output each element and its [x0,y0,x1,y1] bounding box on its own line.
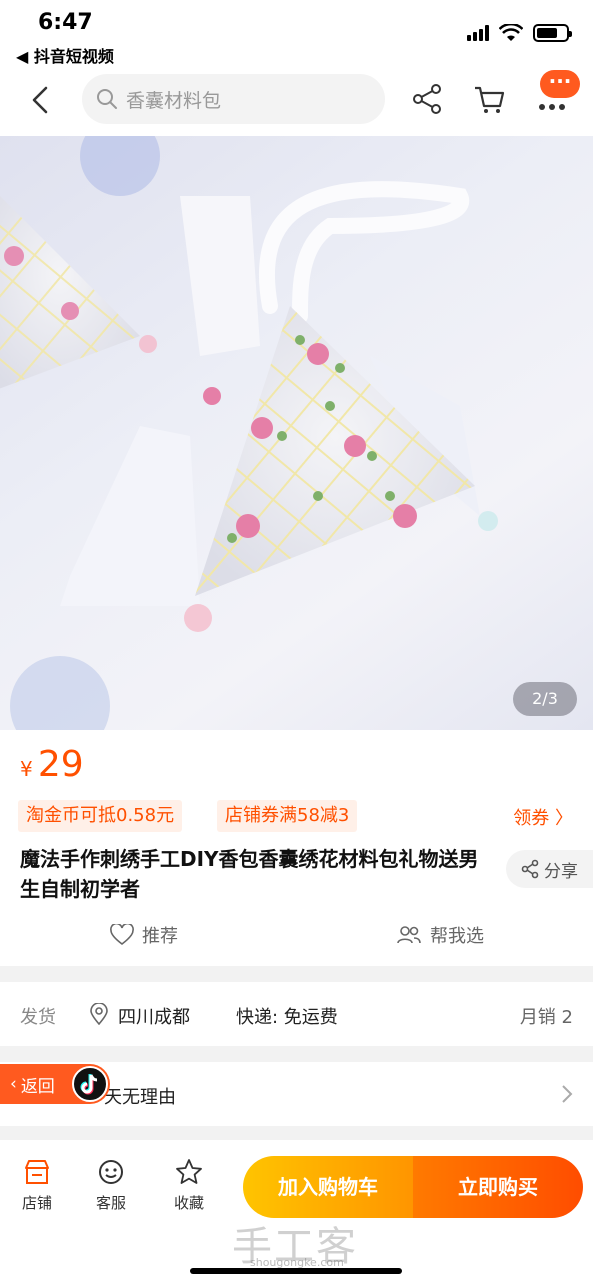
share-icon [521,859,539,879]
product-image-gallery[interactable]: 2/3 [0,136,593,730]
shop-coupon-tag: 店铺券满58减3 [217,800,358,832]
location-pin-icon [90,1003,108,1025]
help-choose-label: 帮我选 [430,926,484,947]
favorite-label: 收藏 [173,1194,204,1212]
add-to-cart-button[interactable]: 加入购物车 [243,1156,413,1218]
shop-tab[interactable]: 店铺 [12,1158,62,1213]
cellular-signal-icon [467,25,489,41]
price: ¥ 29 [20,744,84,785]
shipping-label: 发货 [20,1007,56,1028]
top-nav: 香囊材料包 ··· [0,66,593,136]
search-icon [97,89,117,109]
clock: 6:47 [38,10,93,35]
recommend-label: 推荐 [142,926,178,947]
share-button[interactable]: 分享 [506,850,593,888]
return-label: 返回 [20,1076,55,1097]
star-icon [176,1159,202,1184]
back-arrow-icon[interactable] [24,82,60,118]
back-to-app-link[interactable]: ◀ 抖音短视频 [16,43,114,67]
share-icon[interactable] [410,82,444,116]
chevron-right-icon [562,1085,573,1103]
product-image [0,136,498,730]
customer-service-label: 客服 [95,1194,126,1212]
chevron-left-icon: ‹ [10,1074,17,1094]
taojinbi-tag: 淘金币可抵0.58元 [18,800,183,832]
recommend-button[interactable]: 推荐 [110,922,178,948]
get-coupon-link[interactable]: 领券 〉 [513,804,573,830]
bottom-action-bar: 店铺 客服 收藏 加入购物车 立即购买 手工客 shougongke.com [0,1140,593,1284]
buy-now-button[interactable]: 立即购买 [413,1156,583,1218]
gallery-page-indicator: 2/3 [513,682,577,716]
monthly-sales: 月销 2 [519,1007,573,1028]
shipping-location: 四川成都 [118,1007,190,1028]
people-icon [397,926,421,944]
shipping-row[interactable]: 发货 四川成都 快递: 免运费 月销 2 [0,982,593,1046]
price-value: 29 [37,744,84,785]
cart-icon[interactable] [472,82,506,116]
shop-label: 店铺 [21,1194,52,1212]
express-fee: 快递: 免运费 [236,1007,338,1028]
share-label: 分享 [544,861,578,882]
help-choose-button[interactable]: 帮我选 [396,922,484,948]
wifi-icon [499,24,523,41]
battery-icon [533,24,572,42]
shop-icon [25,1160,49,1184]
more-menu-button[interactable]: ··· [540,70,580,98]
heart-icon [110,924,134,946]
return-policy-text: 天无理由 [104,1087,176,1108]
status-bar: 6:47 ◀ 抖音短视频 [0,0,593,66]
customer-service-icon [99,1160,123,1184]
home-indicator[interactable] [190,1268,402,1274]
currency-symbol: ¥ [20,757,33,781]
system-icons [467,24,572,42]
product-title: 魔法手作刺绣手工DIY香包香囊绣花材料包礼物送男生自制初学者 [20,847,479,901]
favorite-tab[interactable]: 收藏 [164,1158,214,1213]
search-bar[interactable]: 香囊材料包 [82,74,385,124]
tiktok-logo-icon[interactable] [72,1066,108,1102]
product-info-section: ¥ 29 淘金币可抵0.58元 店铺券满58减3 领券 〉 魔法手作刺绣手工DI… [0,730,593,966]
search-placeholder: 香囊材料包 [126,89,222,112]
customer-service-tab[interactable]: 客服 [86,1158,136,1213]
